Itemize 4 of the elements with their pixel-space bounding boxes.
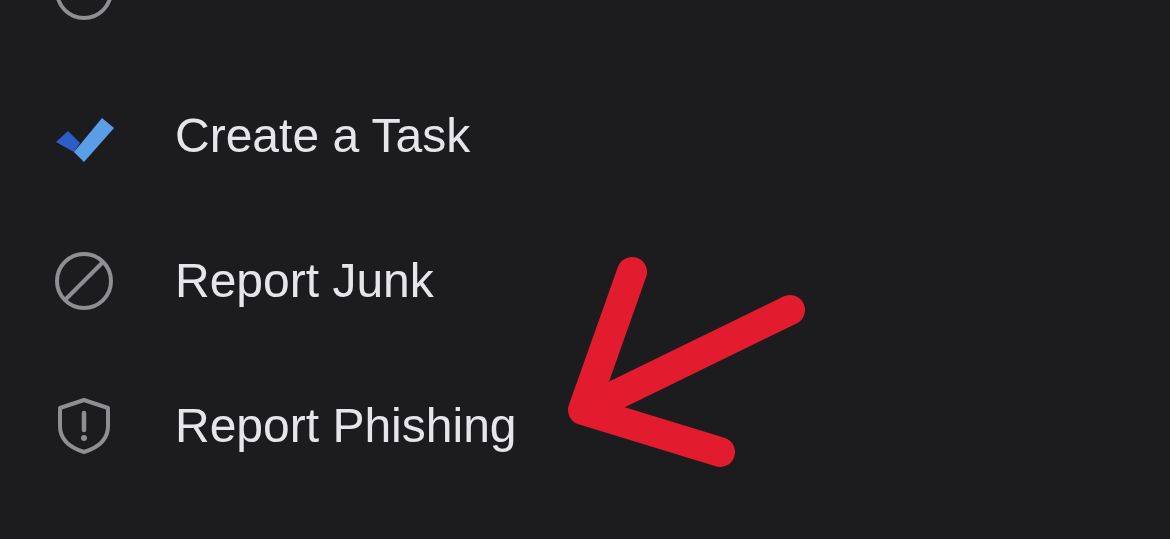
menu-item[interactable]: Create a Task [0, 63, 1170, 208]
blocked-icon [54, 250, 114, 311]
menu-item[interactable]: Report Phishing [0, 353, 1170, 498]
menu-item[interactable]: Report Junk [0, 208, 1170, 353]
